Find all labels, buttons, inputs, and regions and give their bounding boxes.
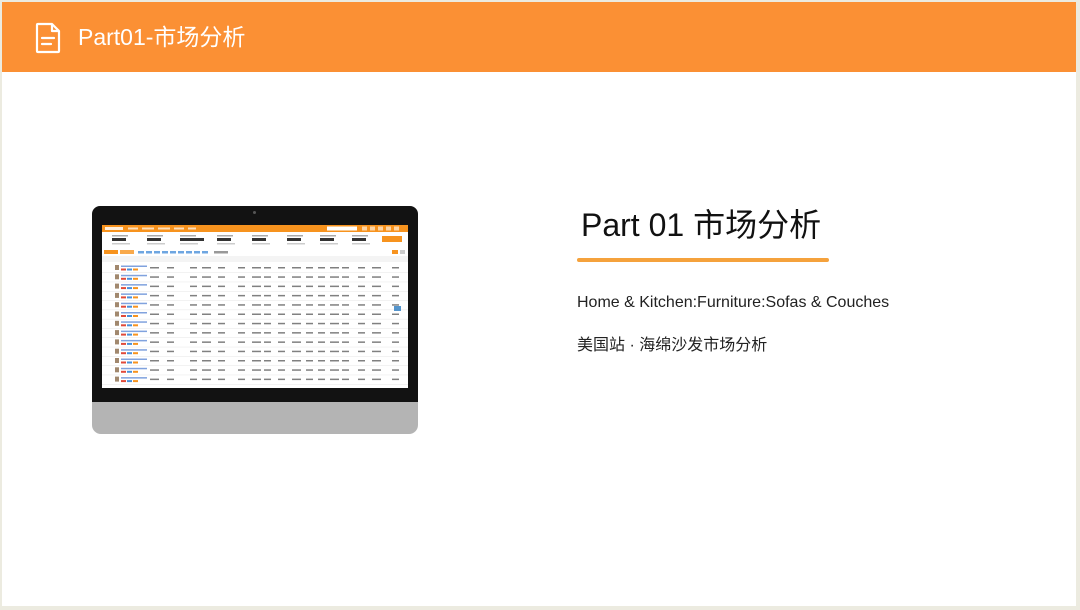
monitor-stand-chin <box>92 402 418 434</box>
slide: Part01-市场分析 Part 01 市场分析 Home & Kitchen:… <box>2 2 1076 606</box>
market-description: 美国站 · 海绵沙发市场分析 <box>577 337 768 354</box>
document-icon <box>35 22 61 54</box>
screen-pager <box>138 251 228 254</box>
screen-table-rows <box>102 265 408 385</box>
category-path: Home & Kitchen:Furniture:Sofas & Couches <box>577 294 890 311</box>
header-title: Part01-市场分析 <box>78 24 246 50</box>
monitor-illustration <box>92 206 418 434</box>
camera-dot <box>253 211 256 214</box>
screen-stats-row <box>112 235 370 245</box>
monitor-bezel <box>92 206 418 402</box>
monitor-screen <box>102 225 408 388</box>
section-title: Part 01 市场分析 <box>581 207 822 243</box>
header-bar: Part01-市场分析 <box>2 2 1076 72</box>
title-underline <box>577 258 829 262</box>
screen-screenshot <box>102 225 408 385</box>
